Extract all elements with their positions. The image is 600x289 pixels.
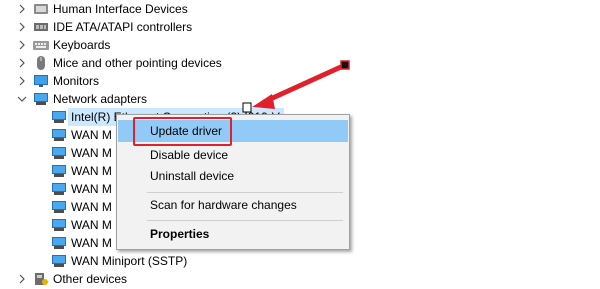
tree-item-label: Human Interface Devices — [53, 2, 188, 16]
menu-item-scan-hardware[interactable]: Scan for hardware changes — [118, 194, 348, 216]
network-adapter-icon — [51, 146, 67, 160]
network-adapter-icon — [51, 200, 67, 214]
menu-item-label: Properties — [150, 227, 210, 241]
expand-chevron-icon[interactable] — [17, 270, 27, 288]
keyboard-icon — [33, 38, 49, 52]
tree-item-label: Other devices — [53, 272, 128, 286]
expand-chevron-icon[interactable] — [17, 0, 27, 18]
network-adapter-icon — [51, 164, 67, 178]
tree-item-label: WAN M — [71, 164, 112, 178]
menu-item-label: Disable device — [150, 148, 229, 162]
network-adapter-icon — [51, 110, 67, 124]
expand-chevron-icon[interactable] — [17, 54, 27, 72]
tree-item-label: WAN M — [71, 236, 112, 250]
menu-item-disable-device[interactable]: Disable device — [118, 144, 348, 166]
menu-item-uninstall-device[interactable]: Uninstall device — [118, 165, 348, 187]
hid-icon — [33, 2, 49, 16]
tree-item-label: Keyboards — [53, 38, 111, 52]
tree-item-label: Monitors — [53, 74, 100, 88]
monitor-icon — [33, 74, 49, 88]
tree-item-label: WAN M — [71, 146, 112, 160]
network-adapter-icon — [51, 128, 67, 142]
tree-item-label: Mice and other pointing devices — [53, 56, 222, 70]
expand-chevron-icon[interactable] — [17, 18, 27, 36]
other-devices-icon — [33, 272, 49, 286]
mouse-icon — [33, 55, 49, 70]
menu-item-label: Scan for hardware changes — [150, 198, 297, 212]
collapse-chevron-icon[interactable] — [16, 90, 28, 108]
tree-item-label: WAN M — [71, 200, 112, 214]
tree-item-label: Network adapters — [53, 92, 148, 106]
tree-item-label: WAN M — [71, 182, 112, 196]
tree-item-label: WAN M — [71, 128, 112, 142]
annotation-highlight-box — [133, 117, 232, 146]
menu-separator — [147, 220, 343, 221]
expand-chevron-icon[interactable] — [17, 36, 27, 54]
ide-controller-icon — [33, 20, 49, 34]
network-adapter-icon — [51, 236, 67, 250]
tree-item-label: WAN Miniport (SSTP) — [71, 254, 188, 268]
expand-chevron-icon[interactable] — [17, 72, 27, 90]
network-adapter-icon — [51, 254, 67, 268]
tree-item-label: IDE ATA/ATAPI controllers — [53, 20, 193, 34]
tree-item-label: WAN M — [71, 218, 112, 232]
network-adapter-icon — [51, 182, 67, 196]
network-adapter-icon — [51, 218, 67, 232]
menu-item-properties[interactable]: Properties — [118, 223, 348, 245]
menu-separator — [147, 192, 343, 193]
menu-item-label: Uninstall device — [150, 169, 235, 183]
network-adapter-icon — [33, 92, 49, 106]
